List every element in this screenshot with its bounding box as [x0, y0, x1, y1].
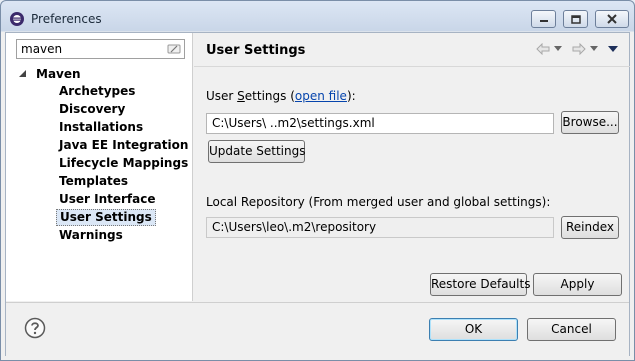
user-settings-label: User Settings (open file): — [206, 89, 356, 103]
maximize-icon — [570, 14, 581, 24]
ok-button[interactable]: OK — [429, 318, 518, 341]
close-icon — [607, 14, 617, 24]
user-settings-label-post: ettings ( — [244, 89, 295, 103]
tree-item-lifecycle-mappings[interactable]: Lifecycle Mappings — [56, 155, 191, 172]
preference-tree-pane: Maven Archetypes Discovery Installations… — [6, 33, 193, 301]
local-repository-label: Local Repository (From merged user and g… — [206, 195, 551, 209]
open-file-link[interactable]: open file — [295, 89, 347, 103]
tree-item-maven[interactable]: Maven — [16, 65, 81, 83]
expanded-arrow-icon[interactable] — [16, 68, 30, 80]
filter-field[interactable] — [16, 39, 185, 59]
forward-arrow-icon[interactable] — [572, 43, 586, 55]
view-menu-icon[interactable] — [608, 45, 618, 53]
close-button[interactable] — [595, 10, 629, 28]
page-title: User Settings — [206, 43, 306, 58]
browse-button[interactable]: Browse... — [561, 111, 619, 134]
user-settings-label-pre: User — [206, 89, 238, 103]
reindex-button[interactable]: Reindex — [561, 216, 619, 239]
tree-item-java-ee-integration[interactable]: Java EE Integration — [56, 137, 191, 154]
tree-item-warnings[interactable]: Warnings — [56, 227, 126, 244]
window-title: Preferences — [31, 12, 102, 26]
update-settings-button[interactable]: Update Settings — [208, 140, 306, 163]
preference-page: User Settings User Settings (open file):… — [194, 33, 630, 301]
preferences-window: Preferences maven Maven Archetypes Disco… — [0, 0, 635, 361]
maximize-button[interactable] — [563, 10, 588, 28]
local-repository-path-field[interactable]: C:\Users\leo\.m2\repository — [206, 217, 554, 238]
page-navigation — [536, 43, 618, 55]
filter-input[interactable] — [17, 40, 165, 58]
title-bar[interactable]: Preferences — [1, 1, 634, 32]
tree-item-templates[interactable]: Templates — [56, 173, 131, 190]
clear-filter-icon[interactable] — [167, 42, 181, 56]
tree-item-discovery[interactable]: Discovery — [56, 101, 128, 118]
minimize-icon — [539, 20, 548, 22]
dialog-body: Maven Archetypes Discovery Installations… — [5, 32, 630, 356]
tree-item-label: Maven — [36, 67, 81, 81]
forward-dropdown-icon[interactable] — [590, 46, 598, 52]
user-settings-path-field[interactable]: C:\Users\ ..m2\settings.xml — [206, 113, 554, 134]
tree-item-user-settings[interactable]: User Settings — [56, 209, 156, 226]
apply-button[interactable]: Apply — [533, 273, 622, 296]
minimize-button[interactable] — [531, 10, 556, 28]
user-settings-label-close: ): — [346, 89, 356, 103]
back-arrow-icon[interactable] — [536, 43, 550, 55]
dialog-button-bar: OK Cancel — [6, 302, 629, 356]
tree-item-user-interface[interactable]: User Interface — [56, 191, 159, 208]
tree-item-archetypes[interactable]: Archetypes — [56, 83, 138, 100]
tree-item-installations[interactable]: Installations — [56, 119, 146, 136]
help-icon[interactable] — [24, 317, 46, 339]
mnemonic-s: S — [237, 89, 245, 103]
cancel-button[interactable]: Cancel — [527, 318, 616, 341]
eclipse-icon — [10, 12, 24, 26]
restore-defaults-button[interactable]: Restore Defaults — [430, 273, 530, 296]
page-header: User Settings — [194, 33, 630, 67]
back-dropdown-icon[interactable] — [554, 46, 562, 52]
